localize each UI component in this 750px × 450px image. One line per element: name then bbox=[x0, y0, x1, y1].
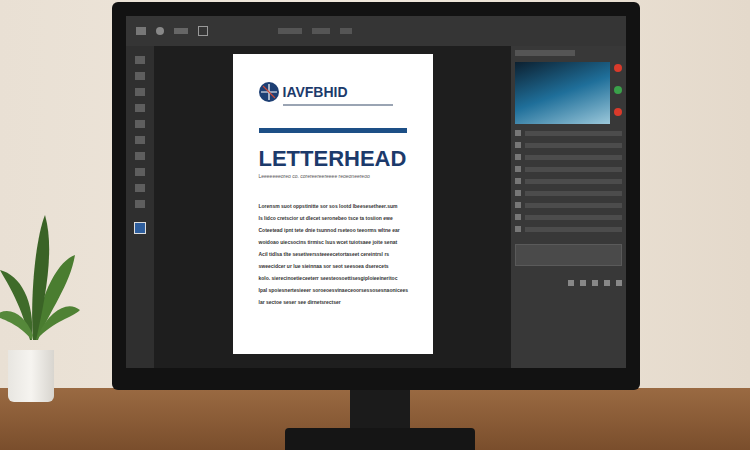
tool-icon bbox=[340, 28, 352, 34]
row-icon bbox=[515, 202, 521, 208]
menu-icon bbox=[136, 27, 146, 35]
body-line: sweecidcer ur lue sieinnaa sor seot sees… bbox=[259, 260, 407, 272]
logo-row: IAVFBHID bbox=[259, 82, 407, 102]
color-picker bbox=[515, 62, 622, 124]
row-icon bbox=[515, 214, 521, 220]
plant-pot bbox=[8, 350, 54, 402]
body-line: Coteetead ipnt tete dnie tsunnod rseteoo… bbox=[259, 224, 407, 236]
header-bar bbox=[259, 128, 407, 133]
panel-header bbox=[515, 50, 575, 56]
layer-thumb bbox=[515, 244, 622, 266]
subtitle: Leeeeeeeoreo co. corereereereeee reoeone… bbox=[259, 173, 407, 180]
row-icon bbox=[515, 142, 521, 148]
panel-footer bbox=[515, 280, 622, 286]
row-bar bbox=[525, 191, 622, 196]
panel-row bbox=[515, 166, 622, 172]
top-bar bbox=[126, 16, 626, 46]
tool-icon bbox=[135, 56, 145, 64]
left-toolbar bbox=[126, 46, 154, 368]
panel-row bbox=[515, 130, 622, 136]
tool-icon bbox=[312, 28, 330, 34]
row-icon bbox=[515, 130, 521, 136]
row-icon bbox=[515, 226, 521, 232]
row-bar bbox=[525, 227, 622, 232]
body-line: Ipal spoiesnertesieeer soroeoesvinaeceoo… bbox=[259, 284, 407, 296]
panel-row bbox=[515, 178, 622, 184]
color-field bbox=[515, 62, 610, 124]
tool-icon bbox=[135, 152, 145, 160]
panel-row bbox=[515, 154, 622, 160]
tool-icon bbox=[135, 88, 145, 96]
body-line: Lorensm suot oppstinitte sor sos lootd l… bbox=[259, 200, 407, 212]
monitor-base bbox=[285, 428, 475, 450]
footer-icon bbox=[568, 280, 574, 286]
panel-row bbox=[515, 226, 622, 232]
logo-text: IAVFBHID bbox=[283, 85, 348, 99]
tool-icon bbox=[135, 184, 145, 192]
tool-icon bbox=[278, 28, 302, 34]
footer-icon bbox=[592, 280, 598, 286]
row-bar bbox=[525, 155, 622, 160]
tool-icon bbox=[174, 28, 188, 34]
monitor: IAVFBHID LETTERHEADLeeeeeeeoreo co. corer… bbox=[112, 2, 640, 390]
body-line: Acil tidlsa tlte sesetiverssteeeecetorta… bbox=[259, 248, 407, 260]
color-swatch-icon bbox=[134, 222, 146, 234]
swatch-dot[interactable] bbox=[614, 108, 622, 116]
canvas: IAVFBHID LETTERHEADLeeeeeeeoreo co. corer… bbox=[154, 46, 511, 368]
footer-icon bbox=[580, 280, 586, 286]
row-bar bbox=[525, 167, 622, 172]
row-icon bbox=[515, 190, 521, 196]
row-icon bbox=[515, 154, 521, 160]
plant bbox=[0, 200, 80, 400]
row-icon bbox=[515, 178, 521, 184]
tool-icon bbox=[156, 27, 164, 35]
body-line: lar sectoe seser see dirnetsrectser bbox=[259, 296, 407, 308]
workspace: IAVFBHID LETTERHEADLeeeeeeeoreo co. corer… bbox=[126, 46, 626, 368]
tool-icon bbox=[135, 104, 145, 112]
logo-emblem-icon bbox=[259, 82, 279, 102]
tagline-line bbox=[283, 104, 393, 106]
tool-icon bbox=[135, 200, 145, 208]
tool-icon bbox=[135, 136, 145, 144]
row-bar bbox=[525, 143, 622, 148]
body-line: Is lidco cretscior ut dlecet seronebeo t… bbox=[259, 212, 407, 224]
row-bar bbox=[525, 131, 622, 136]
plant-leaves-icon bbox=[0, 200, 80, 350]
footer-icon bbox=[616, 280, 622, 286]
app-window: IAVFBHID LETTERHEADLeeeeeeeoreo co. corer… bbox=[126, 16, 626, 368]
photo-scene: IAVFBHID LETTERHEADLeeeeeeeoreo co. corer… bbox=[0, 0, 750, 450]
row-bar bbox=[525, 215, 622, 220]
footer-icon bbox=[604, 280, 610, 286]
panel-row bbox=[515, 190, 622, 196]
panel-row bbox=[515, 214, 622, 220]
panel-row bbox=[515, 142, 622, 148]
document-page: IAVFBHID LETTERHEADLeeeeeeeoreo co. corer… bbox=[233, 54, 433, 354]
swatch-dot[interactable] bbox=[614, 86, 622, 94]
row-icon bbox=[515, 166, 521, 172]
swatch-column bbox=[614, 62, 622, 124]
row-bar bbox=[525, 203, 622, 208]
tool-icon bbox=[198, 26, 208, 36]
tool-icon bbox=[135, 120, 145, 128]
body-line: woidoao uiecsocins tirmisc lsus wcet tui… bbox=[259, 236, 407, 248]
title: LETTERHEAD bbox=[259, 145, 407, 173]
body-line: kolo. sierecinoetieceeterr seesteosoetti… bbox=[259, 272, 407, 284]
body-text: Lorensm suot oppstinitte sor sos lootd l… bbox=[259, 200, 407, 308]
panel-row bbox=[515, 202, 622, 208]
tool-icon bbox=[135, 72, 145, 80]
tool-icon bbox=[135, 168, 145, 176]
swatch-dot[interactable] bbox=[614, 64, 622, 72]
right-panel bbox=[511, 46, 626, 368]
row-bar bbox=[525, 179, 622, 184]
